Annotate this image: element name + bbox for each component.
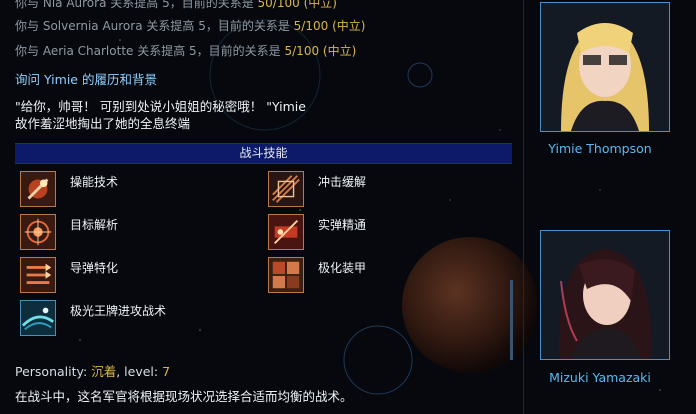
officer-portrait-yimie[interactable]	[540, 2, 670, 132]
planet-graphic	[402, 237, 538, 373]
portrait-image	[541, 231, 669, 359]
dialog-question: 询问 Yimie 的履历和背景	[15, 72, 157, 87]
skills-header: 战斗技能	[15, 143, 512, 164]
officer-name-mizuki: Mizuki Yamazaki	[549, 370, 651, 385]
dialog-quote: "给你，帅哥！ 可别到处说小姐姐的秘密哦！ "Yimie 故作羞涩地掏出了她的全…	[15, 99, 306, 131]
ballistic-icon	[268, 214, 304, 250]
relation-line: 你与 Nia Aurora 关系提高 5，目前的关系是 50/100 (中立)	[15, 0, 337, 10]
officer-portrait-mizuki[interactable]	[540, 230, 670, 360]
relation-line: 你与 Aeria Charlotte 关系提高 5，目前的关系是 5/100 (…	[15, 44, 357, 58]
personality-line: Personality: 沉着, level: 7	[15, 364, 171, 379]
aurora-ace-icon	[20, 300, 56, 336]
missile-icon	[20, 257, 56, 293]
impact-icon	[268, 171, 304, 207]
portrait-image	[541, 3, 669, 131]
panel-divider	[523, 0, 524, 414]
officer-name-yimie: Yimie Thompson	[548, 141, 652, 156]
armor-icon	[268, 257, 304, 293]
target-icon	[20, 214, 56, 250]
maneuver-icon	[20, 171, 56, 207]
relation-line: 你与 Solvernia Aurora 关系提高 5，目前的关系是 5/100 …	[15, 19, 366, 33]
scrollbar[interactable]	[510, 280, 513, 360]
officer-description: 在战斗中，这名军官将根据现场状况选择合适而均衡的战术。	[15, 389, 353, 404]
